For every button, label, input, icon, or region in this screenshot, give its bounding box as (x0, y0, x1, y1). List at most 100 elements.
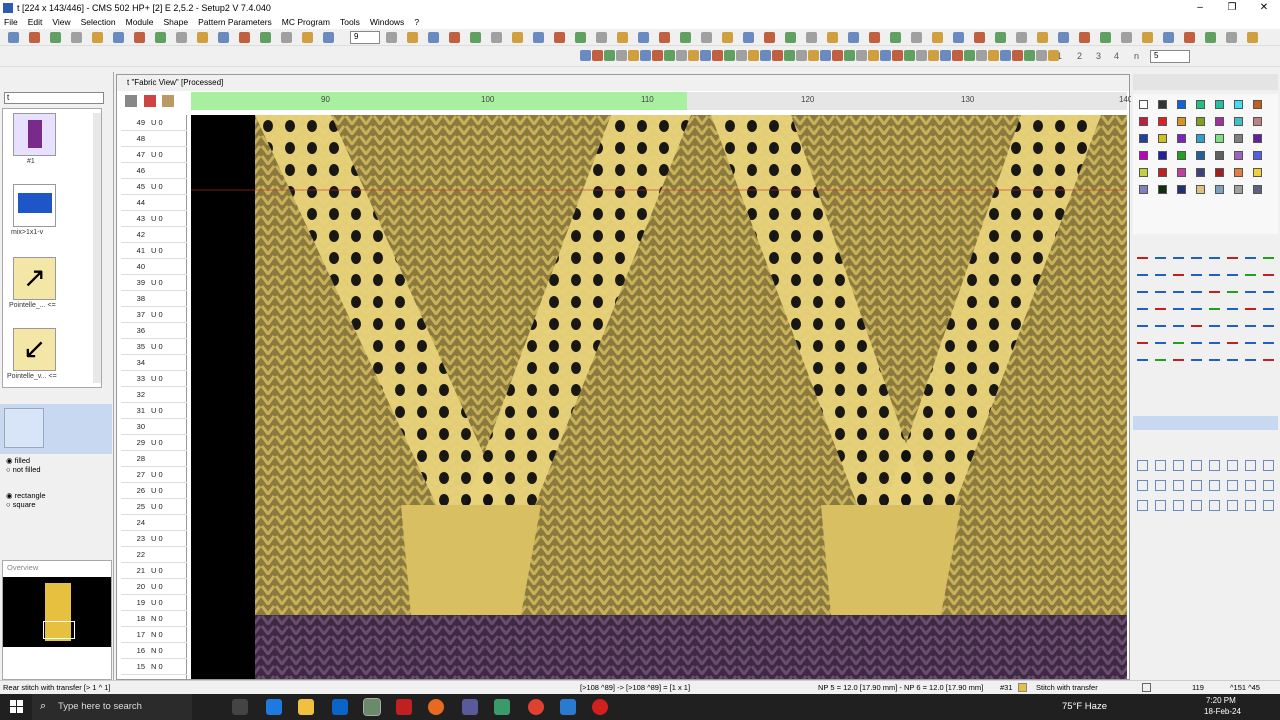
row-item[interactable]: 47 U 0 (121, 147, 187, 163)
row-item[interactable]: 38 (121, 291, 187, 307)
toolbar-tool-icon[interactable] (827, 32, 838, 43)
shape-tool-icon[interactable] (1227, 500, 1238, 511)
stitch-symbol-icon[interactable] (1173, 316, 1184, 327)
toolbar-tool-icon[interactable] (868, 50, 879, 61)
row-item[interactable]: 21 U 0 (121, 563, 187, 579)
stitch-symbol-icon[interactable] (1155, 248, 1166, 259)
color-swatch[interactable] (1215, 185, 1224, 194)
shape-tool-icon[interactable] (1137, 460, 1148, 471)
shape-tool-icon[interactable] (1173, 500, 1184, 511)
toolbar-tool-icon[interactable] (1184, 32, 1195, 43)
chrome-icon[interactable] (528, 699, 544, 715)
color-swatch[interactable] (1234, 168, 1243, 177)
color-swatch[interactable] (1177, 134, 1186, 143)
row-item[interactable]: 32 (121, 387, 187, 403)
stitch-symbol-icon[interactable] (1209, 282, 1220, 293)
color-swatch[interactable] (1215, 168, 1224, 177)
color-swatch[interactable] (1158, 117, 1167, 126)
toolbar-tool-icon[interactable] (712, 50, 723, 61)
row-item[interactable]: 22 (121, 547, 187, 563)
overview-thumbnail[interactable] (3, 577, 111, 647)
stitch-symbol-icon[interactable] (1245, 265, 1256, 276)
module-list-scrollbar[interactable] (93, 113, 101, 383)
zoom-select[interactable]: 9 (350, 31, 380, 44)
stitch-symbol-icon[interactable] (1137, 282, 1148, 293)
menu-mc-program[interactable]: MC Program (282, 17, 330, 27)
toolbar-tool-icon[interactable] (604, 50, 615, 61)
row-item[interactable]: 49 U 0 (121, 115, 187, 131)
toolbar-letter-n[interactable]: n (1134, 51, 1139, 61)
close-button[interactable]: ✕ (1248, 0, 1280, 15)
clock-time[interactable]: 7:20 PM (1206, 696, 1236, 705)
outlook-icon[interactable] (332, 699, 348, 715)
color-swatch[interactable] (1139, 134, 1148, 143)
stitch-symbol-icon[interactable] (1209, 333, 1220, 344)
edge-icon[interactable] (266, 699, 282, 715)
toolbar-tool-icon[interactable] (1247, 32, 1258, 43)
toolbar-tool-icon[interactable] (323, 32, 334, 43)
row-item[interactable]: 45 U 0 (121, 179, 187, 195)
color-swatch[interactable] (1253, 100, 1262, 109)
row-item[interactable]: 24 (121, 515, 187, 531)
toolbar-tool-icon[interactable] (659, 32, 670, 43)
stitch-symbol-icon[interactable] (1155, 282, 1166, 293)
toolbar-number-field[interactable]: 5 (1150, 50, 1190, 63)
stitch-symbol-icon[interactable] (1263, 265, 1274, 276)
stitch-symbol-icon[interactable] (1263, 333, 1274, 344)
stitch-symbol-icon[interactable] (1173, 333, 1184, 344)
toolbar-tool-icon[interactable] (640, 50, 651, 61)
stitch-symbol-icon[interactable] (1245, 316, 1256, 327)
stitch-symbol-icon[interactable] (1245, 299, 1256, 310)
cms-app-icon[interactable] (363, 698, 381, 716)
toolbar-tool-icon[interactable] (1079, 32, 1090, 43)
fabric-canvas[interactable] (191, 115, 1127, 679)
toolbar-tool-icon[interactable] (820, 50, 831, 61)
color-swatch[interactable] (1158, 134, 1167, 143)
stitch-symbol-icon[interactable] (1173, 282, 1184, 293)
color-swatch[interactable] (1158, 100, 1167, 109)
menu-selection[interactable]: Selection (81, 17, 116, 27)
row-item[interactable]: 44 (121, 195, 187, 211)
toolbar-tool-icon[interactable] (785, 32, 796, 43)
shape-tool-icon[interactable] (1263, 480, 1274, 491)
toolbar-tool-icon[interactable] (592, 50, 603, 61)
toolbar-tool-icon[interactable] (1000, 50, 1011, 61)
menu-tools[interactable]: Tools (340, 17, 360, 27)
color-swatch[interactable] (1177, 168, 1186, 177)
color-swatch[interactable] (1196, 151, 1205, 160)
toolbar-number-4[interactable]: 4 (1114, 51, 1119, 61)
stitch-symbol-icon[interactable] (1173, 350, 1184, 361)
toolbar-tool-icon[interactable] (1205, 32, 1216, 43)
toolbar-tool-icon[interactable] (880, 50, 891, 61)
toolbar-tool-icon[interactable] (736, 50, 747, 61)
windows-start-icon[interactable] (10, 700, 24, 714)
stitch-symbol-icon[interactable] (1155, 333, 1166, 344)
toolbar-tool-icon[interactable] (386, 32, 397, 43)
row-item[interactable]: 46 (121, 163, 187, 179)
toolbar-tool-icon[interactable] (1036, 50, 1047, 61)
menu-edit[interactable]: Edit (28, 17, 43, 27)
menu-windows[interactable]: Windows (370, 17, 404, 27)
shape-tool-icon[interactable] (1173, 460, 1184, 471)
row-item[interactable]: 36 (121, 323, 187, 339)
toolbar-tool-icon[interactable] (113, 32, 124, 43)
shape-tool-icon[interactable] (1191, 500, 1202, 511)
stitch-symbol-icon[interactable] (1263, 299, 1274, 310)
view-tool-1-icon[interactable] (125, 95, 137, 107)
stitch-symbol-icon[interactable] (1209, 350, 1220, 361)
toolbar-tool-icon[interactable] (688, 50, 699, 61)
toolbar-tool-icon[interactable] (832, 50, 843, 61)
stitch-symbol-icon[interactable] (1227, 265, 1238, 276)
color-swatch[interactable] (1158, 185, 1167, 194)
stitch-symbol-icon[interactable] (1191, 265, 1202, 276)
toolbar-tool-icon[interactable] (29, 32, 40, 43)
toolbar-tool-icon[interactable] (155, 32, 166, 43)
toolbar-number-3[interactable]: 3 (1096, 51, 1101, 61)
toolbar-tool-icon[interactable] (1058, 32, 1069, 43)
stitch-symbol-icon[interactable] (1227, 282, 1238, 293)
toolbar-tool-icon[interactable] (617, 32, 628, 43)
toolbar-tool-icon[interactable] (302, 32, 313, 43)
toolbar-tool-icon[interactable] (134, 32, 145, 43)
color-swatch[interactable] (1139, 151, 1148, 160)
clock-date[interactable]: 18-Feb-24 (1204, 707, 1241, 716)
